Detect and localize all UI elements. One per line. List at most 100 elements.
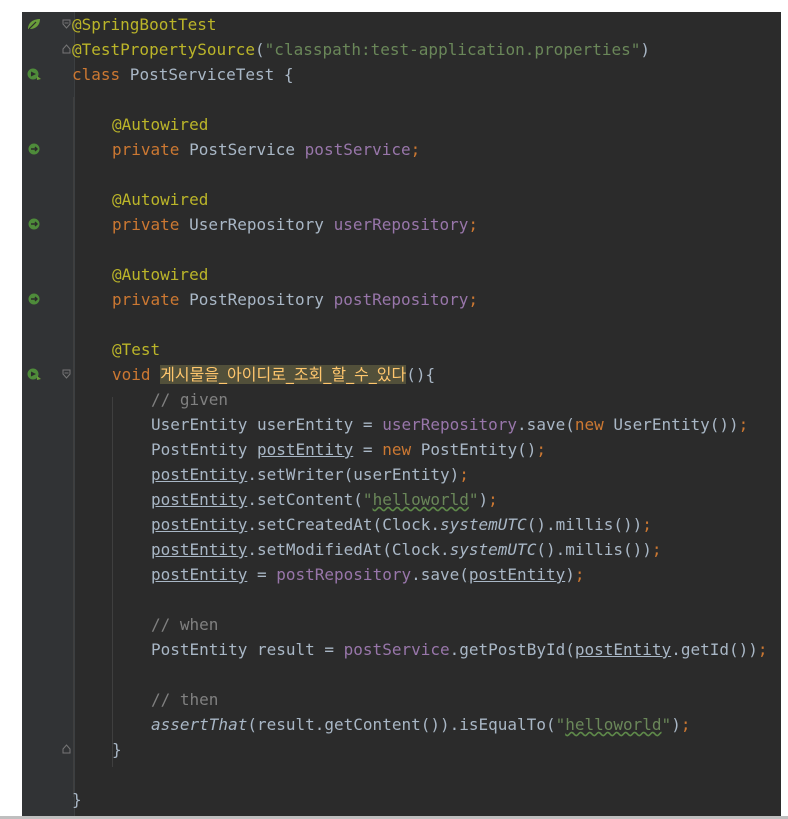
code-line-1[interactable]: @SpringBootTest	[22, 12, 781, 37]
variable-reassigned: postEntity	[468, 565, 566, 584]
code-line-21[interactable]: postEntity.setCreatedAt(Clock.systemUTC(…	[22, 512, 781, 537]
paren-brace: (){	[406, 365, 436, 384]
quote: "	[468, 490, 479, 509]
semicolon: ;	[536, 440, 546, 459]
semicolon: ;	[410, 140, 421, 159]
code-line-6[interactable]: private PostService postService;	[22, 137, 781, 162]
fold-open-icon[interactable]	[62, 369, 71, 379]
method-call: .getPostById(	[449, 640, 575, 659]
annotation-autowired: @Autowired	[112, 265, 209, 284]
semicolon: ;	[642, 515, 652, 534]
quote: "	[555, 715, 566, 734]
code-line-8[interactable]: @Autowired	[22, 187, 781, 212]
code-text: postEntity.setWriter(userEntity);	[151, 462, 469, 487]
code-text: PostEntity result = postService.getPostB…	[151, 637, 768, 662]
semicolon: ;	[680, 715, 691, 734]
code-text: assertThat(result.getContent()).isEqualT…	[151, 712, 690, 737]
method-name-highlighted[interactable]: 게시물을_아이디로_조회_할_수_있다	[160, 365, 407, 384]
keyword-private: private	[112, 290, 180, 309]
fold-close-icon[interactable]	[62, 44, 71, 54]
quote: "	[362, 490, 373, 509]
semicolon: ;	[488, 490, 498, 509]
code-line-20[interactable]: postEntity.setContent("helloworld");	[22, 487, 781, 512]
code-line-2[interactable]: @TestPropertySource("classpath:test-appl…	[22, 37, 781, 62]
variable-reassigned: postEntity	[151, 490, 248, 509]
semicolon: ;	[757, 640, 768, 659]
annotation-test: @Test	[112, 340, 161, 359]
type-name: PostService	[179, 140, 305, 159]
string-typo-highlight: helloworld	[565, 715, 662, 734]
keyword-new: new	[574, 415, 604, 434]
field-name: postRepository	[333, 290, 469, 309]
bean-navigation-icon[interactable]	[26, 217, 42, 231]
variable-reassigned: postEntity	[574, 640, 672, 659]
code-line-3[interactable]: class PostServiceTest {	[22, 62, 781, 87]
code-editor[interactable]: @SpringBootTest @TestPropertySource("cla…	[22, 12, 781, 816]
variable-reassigned: postEntity	[151, 565, 248, 584]
method-call: .getId())	[671, 640, 758, 659]
method-call: ().millis())	[526, 515, 643, 534]
spring-leaf-icon[interactable]	[26, 17, 42, 31]
code-text: @TestPropertySource("classpath:test-appl…	[72, 37, 650, 62]
semicolon: ;	[459, 465, 469, 484]
code-line-5[interactable]: @Autowired	[22, 112, 781, 137]
code-line-26[interactable]: PostEntity result = postService.getPostB…	[22, 637, 781, 662]
code-text: postEntity.setCreatedAt(Clock.systemUTC(…	[151, 512, 652, 537]
paren: )	[640, 40, 650, 59]
bean-navigation-icon[interactable]	[26, 142, 42, 156]
method-call: .setContent(	[247, 490, 363, 509]
comment-given: // given	[151, 390, 229, 409]
semicolon: ;	[468, 215, 479, 234]
paren: )	[565, 565, 575, 584]
type-name: PostRepository	[179, 290, 334, 309]
fold-open-icon[interactable]	[62, 19, 71, 29]
variable-reassigned: postEntity	[151, 465, 248, 484]
method-call: .setWriter(userEntity)	[247, 465, 460, 484]
code-line-18[interactable]: PostEntity postEntity = new PostEntity()…	[22, 437, 781, 462]
semicolon: ;	[468, 290, 479, 309]
annotation-autowired: @Autowired	[112, 115, 209, 134]
closing-brace: }	[112, 740, 122, 759]
fold-close-icon[interactable]	[62, 744, 71, 754]
code-text: UserEntity userEntity = userRepository.s…	[151, 412, 748, 437]
code-line-23[interactable]: postEntity = postRepository.save(postEnt…	[22, 562, 781, 587]
code-line-9[interactable]: private UserRepository userRepository;	[22, 212, 781, 237]
static-method: systemUTC	[439, 515, 527, 534]
field-name: userRepository	[333, 215, 469, 234]
annotation-autowired: @Autowired	[112, 190, 209, 209]
variable-reassigned: postEntity	[151, 540, 248, 559]
code-text: private UserRepository userRepository;	[112, 212, 478, 237]
code-line-17[interactable]: UserEntity userEntity = userRepository.s…	[22, 412, 781, 437]
bean-navigation-icon[interactable]	[26, 292, 42, 306]
code-line-32[interactable]: }	[22, 787, 781, 812]
code-line-15[interactable]: void 게시물을_아이디로_조회_할_수_있다(){	[22, 362, 781, 387]
code-line-14[interactable]: @Test	[22, 337, 781, 362]
code-line-28[interactable]: // then	[22, 687, 781, 712]
method-call: .setCreatedAt(Clock.	[247, 515, 440, 534]
field-ref: userRepository	[382, 415, 518, 434]
paren: (	[255, 40, 265, 59]
code-line-25[interactable]: // when	[22, 612, 781, 637]
string-typo-highlight: helloworld	[372, 490, 469, 509]
code-line-29[interactable]: assertThat(result.getContent()).isEqualT…	[22, 712, 781, 737]
annotation-spring-boot-test: @SpringBootTest	[72, 15, 217, 34]
code-text: private PostRepository postRepository;	[112, 287, 478, 312]
comment-when: // when	[151, 615, 219, 634]
run-test-icon[interactable]	[26, 67, 42, 81]
semicolon: ;	[738, 415, 749, 434]
code-line-16[interactable]: // given	[22, 387, 781, 412]
string-literal: "classpath:test-application.properties"	[264, 40, 641, 59]
code-line-11[interactable]: @Autowired	[22, 262, 781, 287]
code-line-22[interactable]: postEntity.setModifiedAt(Clock.systemUTC…	[22, 537, 781, 562]
type-name: PostEntity	[151, 440, 257, 459]
constructor-call: UserEntity())	[603, 415, 739, 434]
run-test-icon[interactable]	[26, 367, 42, 381]
field-name: postService	[304, 140, 411, 159]
method-call: .save(	[517, 415, 575, 434]
code-line-30[interactable]: }	[22, 737, 781, 762]
static-method: assertThat	[151, 715, 248, 734]
code-line-19[interactable]: postEntity.setWriter(userEntity);	[22, 462, 781, 487]
field-ref: postRepository	[276, 565, 412, 584]
code-line-12[interactable]: private PostRepository postRepository;	[22, 287, 781, 312]
